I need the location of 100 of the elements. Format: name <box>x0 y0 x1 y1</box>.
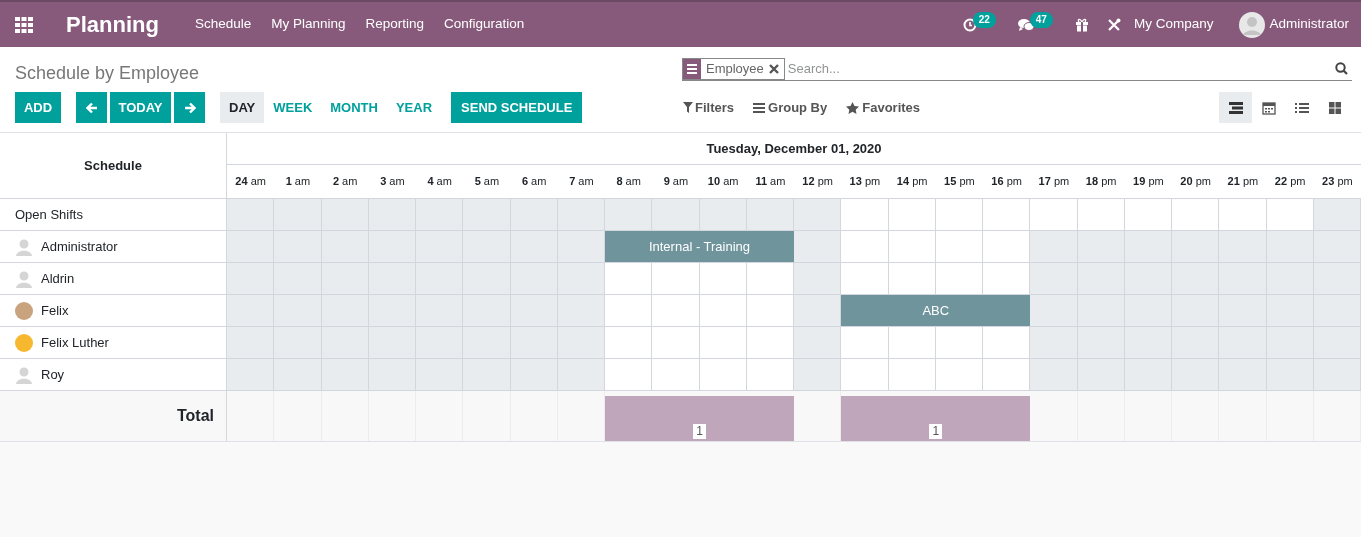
unavailable-slot[interactable] <box>227 359 275 390</box>
search-field[interactable]: Employee Search... <box>682 57 1352 81</box>
add-button[interactable]: ADD <box>15 92 61 123</box>
unavailable-slot[interactable] <box>699 199 747 230</box>
unavailable-slot[interactable] <box>1030 359 1078 390</box>
unavailable-slot[interactable] <box>227 199 275 230</box>
unavailable-slot[interactable] <box>794 199 842 230</box>
unavailable-slot[interactable] <box>557 199 605 230</box>
search-option-button[interactable]: Group By <box>753 97 828 118</box>
view-switch-button[interactable] <box>1219 92 1252 123</box>
unavailable-slot[interactable] <box>1313 359 1361 390</box>
search-facet[interactable]: Employee <box>682 57 785 80</box>
activity-button[interactable] <box>962 17 977 32</box>
unavailable-slot[interactable] <box>321 199 369 230</box>
clock-icon <box>962 17 977 32</box>
scale-tab[interactable]: MONTH <box>321 92 387 123</box>
unavailable-slot[interactable] <box>557 231 605 262</box>
unavailable-slot[interactable] <box>1030 295 1078 326</box>
unavailable-slot[interactable] <box>557 327 605 358</box>
search-icon[interactable] <box>1335 62 1348 75</box>
employee-name: Felix <box>41 301 69 320</box>
user-avatar[interactable] <box>1239 11 1266 38</box>
count-badge: 22 <box>972 11 996 28</box>
unavailable-slot[interactable] <box>1313 199 1361 230</box>
unavailable-slot[interactable] <box>1219 359 1267 390</box>
unavailable-slot[interactable] <box>227 263 275 294</box>
scale-tab[interactable]: YEAR <box>386 92 442 123</box>
menu-item[interactable]: Configuration <box>434 14 535 35</box>
unavailable-slot[interactable] <box>557 295 605 326</box>
unavailable-slot[interactable] <box>368 359 416 390</box>
list-icon <box>1294 100 1309 115</box>
unavailable-slot[interactable] <box>1030 231 1078 262</box>
unavailable-slot[interactable] <box>1124 231 1172 262</box>
menu-item[interactable]: Reporting <box>355 14 435 35</box>
unavailable-slot[interactable] <box>1030 263 1078 294</box>
unavailable-slot[interactable] <box>416 199 464 230</box>
hour-label: 11 am <box>755 174 786 190</box>
unavailable-slot[interactable] <box>368 199 416 230</box>
employee-name: Felix Luther <box>41 333 109 352</box>
unavailable-slot[interactable] <box>1266 359 1314 390</box>
unavailable-slot[interactable] <box>1077 231 1125 262</box>
user-avatar <box>15 269 33 288</box>
employee-name: Roy <box>41 365 65 384</box>
unavailable-slot[interactable] <box>274 359 322 390</box>
shift-pill[interactable]: Internal - Training <box>605 231 794 262</box>
hour-label: 3 am <box>380 174 405 190</box>
menu-item[interactable]: Schedule <box>184 14 262 35</box>
unavailable-slot[interactable] <box>416 359 464 390</box>
send-schedule-button[interactable]: SEND SCHEDULE <box>451 92 583 123</box>
unavailable-slot[interactable] <box>794 263 842 294</box>
next-button[interactable] <box>174 92 205 123</box>
unavailable-slot[interactable] <box>321 359 369 390</box>
hour-label: 18 pm <box>1085 174 1117 190</box>
unavailable-slot[interactable] <box>1077 359 1125 390</box>
hour-label: 1 am <box>285 174 311 190</box>
gift-icon[interactable] <box>1074 17 1089 32</box>
company-switcher[interactable]: My Company <box>1133 14 1214 35</box>
hour-label: 4 am <box>427 174 452 190</box>
unavailable-slot[interactable] <box>794 295 842 326</box>
facet-label: Employee <box>705 59 765 78</box>
unavailable-slot[interactable] <box>463 199 511 230</box>
user-avatar <box>15 237 33 256</box>
shift-pill[interactable]: ABC <box>841 295 1031 326</box>
search-option-button[interactable]: Filters <box>683 97 734 118</box>
unavailable-slot[interactable] <box>510 359 558 390</box>
unavailable-slot[interactable] <box>557 263 605 294</box>
unavailable-slot[interactable] <box>1124 359 1172 390</box>
unavailable-slot[interactable] <box>1172 231 1220 262</box>
unavailable-slot[interactable] <box>463 359 511 390</box>
star-icon <box>846 101 860 114</box>
unavailable-slot[interactable] <box>274 199 322 230</box>
unavailable-slot[interactable] <box>794 231 842 262</box>
menu-item[interactable]: My Planning <box>261 14 356 35</box>
unavailable-slot[interactable] <box>652 199 700 230</box>
unavailable-slot[interactable] <box>557 359 605 390</box>
unavailable-slot[interactable] <box>227 231 275 262</box>
count-label: 1 <box>693 424 706 439</box>
unavailable-slot[interactable] <box>605 199 653 230</box>
unavailable-slot[interactable] <box>510 199 558 230</box>
apps-menu-icon[interactable] <box>15 16 33 33</box>
unavailable-slot[interactable] <box>794 327 842 358</box>
scale-tab[interactable]: DAY <box>220 92 265 123</box>
search-option-button[interactable]: Favorites <box>846 97 921 118</box>
unavailable-slot[interactable] <box>1266 231 1314 262</box>
unavailable-slot[interactable] <box>794 359 842 390</box>
user-name[interactable]: Administrator <box>1269 14 1349 35</box>
tools-icon[interactable] <box>1106 17 1121 32</box>
unavailable-slot[interactable] <box>1219 231 1267 262</box>
scale-tab[interactable]: WEEK <box>264 92 322 123</box>
app-title[interactable]: Planning <box>66 8 159 41</box>
unavailable-slot[interactable] <box>746 199 794 230</box>
unavailable-slot[interactable] <box>1030 327 1078 358</box>
hour-label: 9 am <box>663 174 689 190</box>
unavailable-slot[interactable] <box>1172 359 1220 390</box>
unavailable-slot[interactable] <box>227 327 275 358</box>
unavailable-slot[interactable] <box>227 295 275 326</box>
today-button[interactable]: TODAY <box>110 92 171 123</box>
unavailable-slot[interactable] <box>1313 231 1361 262</box>
previous-button[interactable] <box>76 92 107 123</box>
bars-icon <box>753 102 765 113</box>
